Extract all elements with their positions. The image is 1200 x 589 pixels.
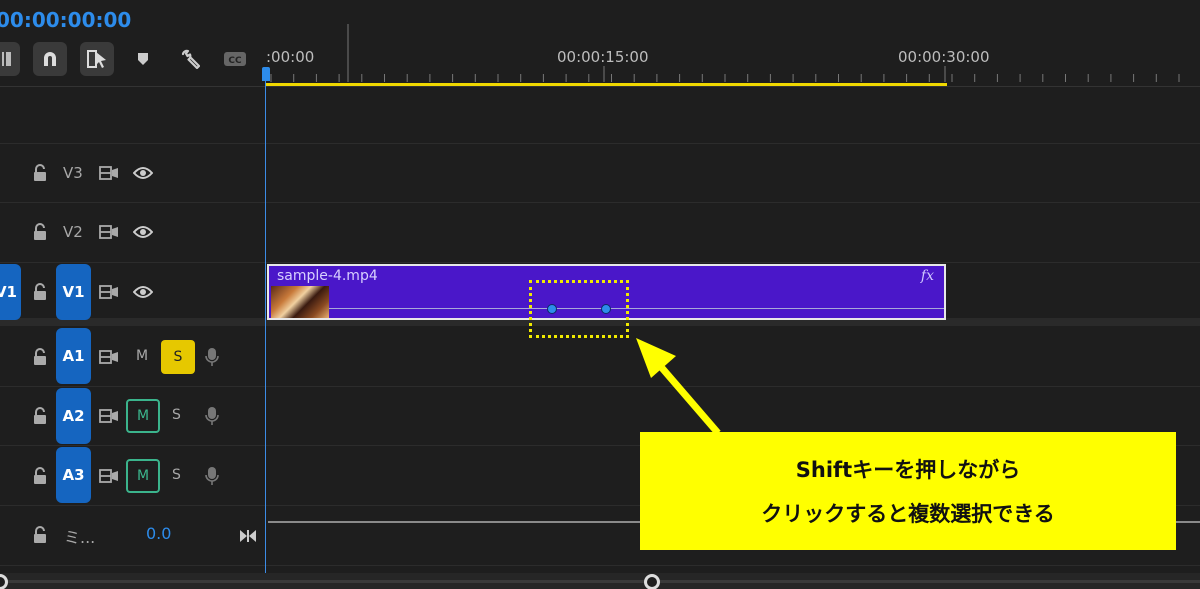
eye-icon bbox=[133, 167, 153, 179]
snap-magnet-icon bbox=[44, 52, 56, 66]
add-marker-button[interactable] bbox=[126, 42, 160, 76]
horizontal-scrollbar[interactable] bbox=[0, 573, 1200, 589]
ruler-label-0: :00:00 bbox=[266, 48, 315, 66]
lock-button-a1[interactable] bbox=[30, 347, 50, 367]
voice-over-button-a1[interactable] bbox=[202, 346, 222, 368]
scroll-handle-left[interactable] bbox=[0, 574, 8, 589]
track-output-icon bbox=[99, 469, 118, 483]
lock-button-v2[interactable] bbox=[30, 222, 50, 242]
svg-text:CC: CC bbox=[228, 56, 242, 66]
edit-point-icon bbox=[240, 530, 256, 542]
track-output-icon bbox=[99, 350, 118, 364]
mute-button-a3[interactable]: M bbox=[126, 459, 160, 493]
captions-button[interactable]: CC bbox=[218, 42, 252, 76]
callout-line-1: Shiftキーを押しながら bbox=[795, 458, 1021, 482]
linked-selection-button[interactable] bbox=[80, 42, 114, 76]
lock-icon bbox=[34, 407, 46, 424]
go-to-edit-button[interactable] bbox=[239, 528, 257, 547]
lock-icon bbox=[34, 164, 46, 181]
track-target-a1[interactable]: A1 bbox=[56, 328, 91, 384]
track-separator bbox=[0, 565, 1200, 566]
playhead-handle[interactable] bbox=[262, 67, 270, 81]
sync-lock-a1[interactable] bbox=[98, 347, 120, 367]
track-output-icon bbox=[99, 225, 118, 239]
master-track-name[interactable]: ミ... bbox=[64, 524, 95, 548]
track-separator bbox=[0, 262, 1200, 263]
sync-lock-v2[interactable] bbox=[98, 222, 120, 242]
solo-button-a1[interactable]: S bbox=[161, 340, 195, 374]
voice-over-button-a2[interactable] bbox=[202, 405, 222, 427]
timeline-settings-button[interactable] bbox=[173, 42, 207, 76]
sync-lock-v1[interactable] bbox=[98, 282, 120, 302]
track-target-a3[interactable]: A3 bbox=[56, 447, 91, 503]
mic-icon bbox=[205, 407, 219, 425]
wrench-icon bbox=[181, 49, 200, 69]
sync-lock-v3[interactable] bbox=[98, 163, 120, 183]
track-separator bbox=[0, 386, 1200, 387]
captions-icon: CC bbox=[224, 52, 246, 66]
mute-button-a1[interactable]: M bbox=[136, 348, 148, 364]
toggle-output-v3[interactable] bbox=[132, 163, 154, 183]
mic-icon bbox=[205, 348, 219, 366]
track-target-v1[interactable]: V1 bbox=[56, 264, 91, 320]
ruler-label-30s: 00:00:30:00 bbox=[898, 48, 990, 66]
track-output-icon bbox=[99, 285, 118, 299]
keyframe-selection-highlight bbox=[529, 280, 629, 338]
insert-edit-button[interactable] bbox=[0, 42, 20, 76]
lock-button-a3[interactable] bbox=[30, 466, 50, 486]
track-target-a2[interactable]: A2 bbox=[56, 388, 91, 444]
insert-edit-icon bbox=[2, 52, 11, 66]
track-output-icon bbox=[99, 166, 118, 180]
voice-over-button-a3[interactable] bbox=[202, 465, 222, 487]
ruler-ticks bbox=[270, 24, 1180, 82]
master-volume-value[interactable]: 0.0 bbox=[146, 524, 171, 543]
lock-icon bbox=[34, 348, 46, 365]
eye-icon bbox=[133, 226, 153, 238]
track-output-icon bbox=[99, 409, 118, 423]
sync-lock-a2[interactable] bbox=[98, 406, 120, 426]
toggle-output-v2[interactable] bbox=[132, 222, 154, 242]
linked-selection-icon bbox=[87, 50, 106, 68]
lock-button-v3[interactable] bbox=[30, 163, 50, 183]
lock-button-v1[interactable] bbox=[30, 282, 50, 302]
playhead-timecode[interactable]: 00:00:00:00 bbox=[0, 8, 131, 32]
mute-button-a2[interactable]: M bbox=[126, 399, 160, 433]
lock-button-a2[interactable] bbox=[30, 406, 50, 426]
lock-icon bbox=[34, 283, 46, 300]
track-name-v3[interactable]: V3 bbox=[63, 164, 83, 182]
add-marker-icon bbox=[138, 53, 148, 65]
header-border bbox=[0, 86, 1200, 87]
fx-badge[interactable]: fx bbox=[921, 268, 934, 284]
callout-line-2: クリックすると複数選択できる bbox=[761, 502, 1055, 526]
scroll-handle-right[interactable] bbox=[644, 574, 660, 589]
lock-icon bbox=[34, 467, 46, 484]
opacity-rubber-band[interactable] bbox=[329, 308, 944, 309]
lock-icon bbox=[34, 526, 46, 543]
eye-icon bbox=[133, 286, 153, 298]
scroll-track bbox=[0, 580, 1200, 583]
lock-button-master[interactable] bbox=[30, 525, 50, 545]
track-name-v2[interactable]: V2 bbox=[63, 223, 83, 241]
ruler-label-15s: 00:00:15:00 bbox=[557, 48, 649, 66]
playhead-line[interactable] bbox=[265, 80, 266, 574]
mic-icon bbox=[205, 467, 219, 485]
lock-icon bbox=[34, 223, 46, 240]
toggle-output-v1[interactable] bbox=[132, 282, 154, 302]
time-ruler[interactable]: :00:00 00:00:15:00 00:00:30:00 bbox=[266, 0, 1200, 86]
clip-thumbnail bbox=[271, 286, 329, 318]
snap-button[interactable] bbox=[33, 42, 67, 76]
track-separator bbox=[0, 202, 1200, 203]
solo-button-a3[interactable]: S bbox=[172, 467, 181, 483]
clip-name: sample-4.mp4 bbox=[277, 268, 378, 284]
source-patch-v1[interactable]: V1 bbox=[0, 264, 21, 320]
track-separator bbox=[0, 143, 1200, 144]
solo-button-a2[interactable]: S bbox=[172, 407, 181, 423]
sync-lock-a3[interactable] bbox=[98, 466, 120, 486]
annotation-callout: Shiftキーを押しながら クリックすると複数選択できる bbox=[640, 432, 1176, 550]
